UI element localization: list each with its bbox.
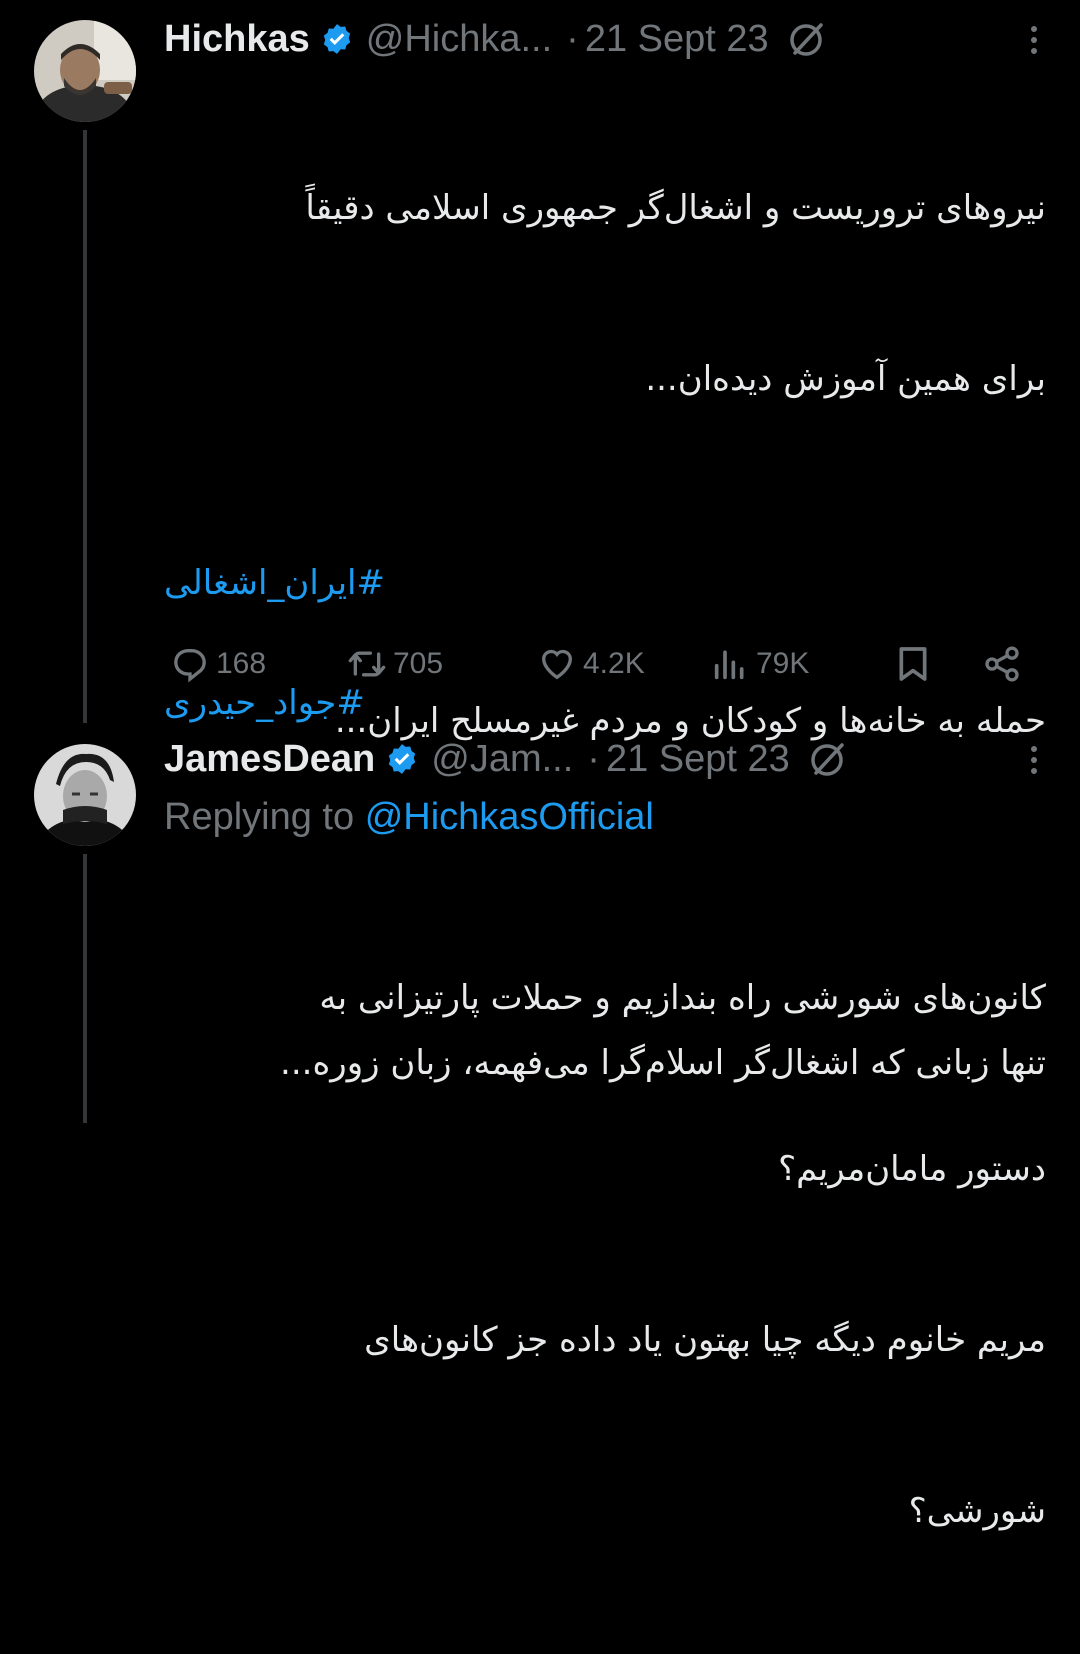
tweet-line: کانون‌های شورشی راه بندازیم و حملات پارت…	[319, 978, 1046, 1018]
tweet-text: کانون‌های شورشی راه بندازیم و حملات پارت…	[164, 856, 1046, 1654]
avatar-photo-icon	[34, 20, 136, 122]
views-icon	[714, 650, 744, 680]
replying-prefix: Replying to	[164, 796, 355, 838]
verified-badge-icon	[385, 742, 419, 776]
reply-icon	[174, 649, 206, 683]
like-count: 4.2K	[583, 647, 645, 680]
reply-button[interactable]: 168	[170, 634, 266, 694]
avatar-photo-icon	[34, 744, 136, 846]
tweet-jamesdean[interactable]: JamesDean @Jam... · 21 Sept 23 Replying …	[0, 720, 1080, 1531]
bookmark-icon	[899, 647, 927, 681]
tweet-line: شورشی؟	[908, 1491, 1046, 1531]
tweet-date[interactable]: 21 Sept 23	[585, 18, 769, 61]
share-icon	[985, 646, 1019, 682]
tweet-line: برای همین آموزش دیده‌ان...	[645, 359, 1046, 399]
action-bar: 168 705 4.2K 79K	[164, 634, 1034, 694]
verified-badge-icon	[320, 22, 354, 56]
avatar[interactable]	[34, 20, 136, 122]
tweet-line: مریم خانوم دیگه چیا بهتون یاد داده جز کا…	[364, 1320, 1046, 1360]
author-name[interactable]: Hichkas	[164, 18, 310, 61]
reply-count: 168	[216, 647, 267, 680]
tweet-line: نیروهای تروریست و اشغال‌گر جمهوری اسلامی…	[305, 188, 1046, 228]
tweet-header: JamesDean @Jam... · 21 Sept 23	[164, 734, 1040, 784]
retweet-button[interactable]: 705	[347, 634, 443, 694]
replying-to: Replying to @HichkasOfficial	[164, 796, 654, 839]
mention-link[interactable]: @HichkasOfficial	[365, 796, 654, 838]
retweet-icon	[348, 651, 386, 677]
author-handle[interactable]: @Jam...	[431, 738, 573, 781]
more-options-icon[interactable]	[1028, 20, 1040, 60]
thread-line	[83, 130, 87, 723]
separator-dot: ·	[587, 737, 600, 780]
grok-icon[interactable]	[808, 739, 848, 779]
share-button[interactable]	[982, 634, 1022, 694]
tweet-line: دستور مامان‌مریم؟	[778, 1149, 1046, 1189]
tweet-hichkas[interactable]: Hichkas @Hichka... · 21 Sept 23 نیروهای …	[0, 0, 1080, 1083]
thread-line	[83, 854, 87, 1123]
retweet-count: 705	[393, 647, 444, 680]
heart-icon	[541, 649, 573, 680]
avatar[interactable]	[34, 744, 136, 846]
bookmark-button[interactable]	[893, 634, 933, 694]
grok-icon[interactable]	[787, 19, 827, 59]
like-button[interactable]: 4.2K	[537, 634, 645, 694]
tweet-date[interactable]: 21 Sept 23	[606, 738, 790, 781]
author-name[interactable]: JamesDean	[164, 738, 375, 781]
views-count: 79K	[756, 647, 810, 680]
separator-dot: ·	[566, 17, 579, 60]
author-handle[interactable]: @Hichka...	[366, 18, 552, 61]
hashtag-link[interactable]: #ایران_اشغالی	[164, 553, 385, 613]
tweet-header: Hichkas @Hichka... · 21 Sept 23	[164, 14, 1040, 64]
more-options-icon[interactable]	[1028, 740, 1040, 780]
views-button[interactable]: 79K	[710, 634, 809, 694]
